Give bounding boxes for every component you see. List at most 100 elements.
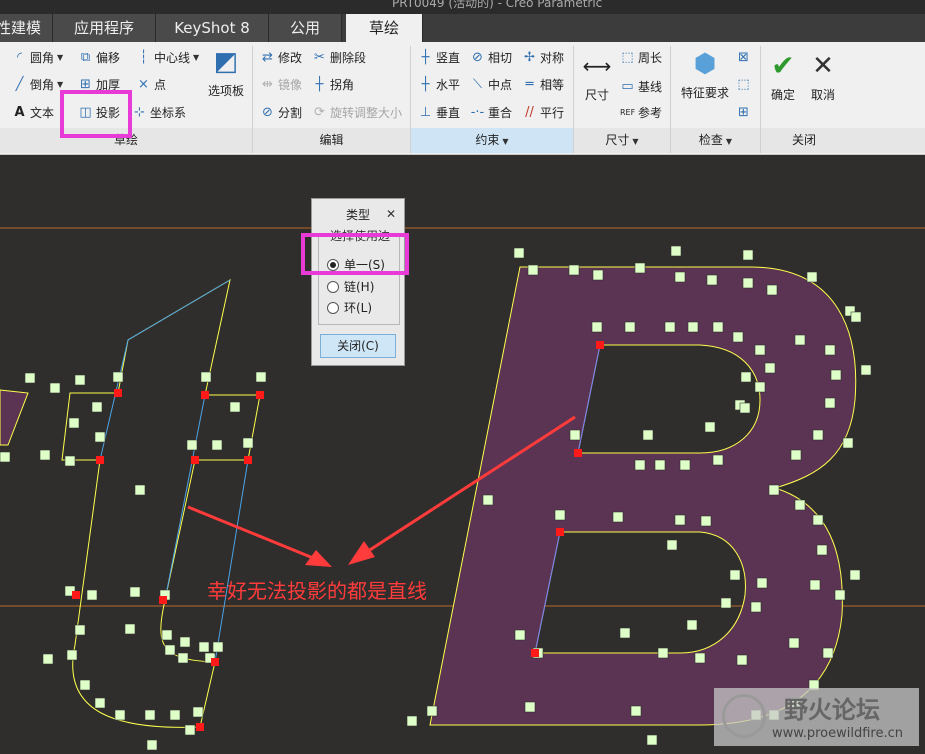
centerline-icon: ┆ <box>139 49 148 65</box>
modify-button[interactable]: ⇄ 修改 <box>260 46 302 68</box>
symmetric-icon: ✢ <box>524 49 535 65</box>
close-icon[interactable]: ✕ <box>386 207 396 221</box>
text-button[interactable]: A 文本 <box>12 101 54 123</box>
constraint-marker-icon <box>712 321 724 333</box>
midpoint-constraint-button[interactable]: ⟍ 中点 <box>470 73 512 95</box>
vertex-point-icon[interactable] <box>114 389 122 397</box>
equal-icon: ═ <box>525 76 534 92</box>
equal-constraint-button[interactable]: ═ 相等 <box>522 73 564 95</box>
sketch-letter-b[interactable] <box>429 266 857 726</box>
cancel-button[interactable]: ✕ 取消 <box>806 50 840 103</box>
inspect-tool-1-button[interactable]: ⊠ <box>736 46 754 68</box>
constraint-marker-icon <box>114 709 126 721</box>
baseline-button[interactable]: ▭ 基线 <box>620 75 662 97</box>
group-label-edit: 编辑 <box>253 128 411 153</box>
tangent-constraint-button[interactable]: ⊘ 相切 <box>470 46 512 68</box>
chevron-down-icon: ▼ <box>193 52 200 62</box>
chevron-down-icon: ▼ <box>502 137 509 146</box>
constraint-marker-icon <box>527 264 539 276</box>
constraint-marker-icon <box>144 709 156 721</box>
tab-keyshot[interactable]: KeyShot 8 <box>156 14 269 42</box>
feature-requirements-button[interactable]: ⬢ 特征要求 <box>678 48 732 101</box>
horizontal-constraint-button[interactable]: ┼ 水平 <box>418 73 460 95</box>
sketch-canvas[interactable]: 幸好无法投影的都是直线 <box>0 155 925 754</box>
constraint-marker-icon <box>612 511 624 523</box>
group-label-constrain[interactable]: 约束 ▼ <box>411 128 574 153</box>
vertical-constraint-button[interactable]: ┼ 竖直 <box>418 46 460 68</box>
perimeter-button[interactable]: ⬚ 周长 <box>620 46 662 68</box>
constraint-marker-icon <box>514 629 526 641</box>
coincident-icon: -·- <box>470 104 485 120</box>
group-label-inspect[interactable]: 检查 ▼ <box>671 128 761 153</box>
delete-segment-button[interactable]: ✂ 删除段 <box>312 46 366 68</box>
vertex-point-icon[interactable] <box>244 456 252 464</box>
offset-button[interactable]: ⧉ 偏移 <box>78 46 120 68</box>
constraint-marker-icon <box>666 539 678 551</box>
vertex-point-icon[interactable] <box>96 456 104 464</box>
constraint-marker-icon <box>794 334 806 346</box>
corner-button[interactable]: ┼ 拐角 <box>312 73 354 95</box>
centerline-button[interactable]: ┆ 中心线 ▼ <box>136 46 200 68</box>
type-dialog: 类型 ✕ 选择使用边 单一(S) 链(H) 环(L) 关闭(C) <box>311 198 405 366</box>
vertex-point-icon[interactable] <box>256 391 264 399</box>
constraint-marker-icon <box>768 484 780 496</box>
dimension-button[interactable]: ⟷ 尺寸 <box>580 50 614 103</box>
text-icon: A <box>14 104 25 120</box>
group-label-dimension[interactable]: 尺寸 ▼ <box>574 128 671 153</box>
coordinate-system-button[interactable]: ⊹ 坐标系 <box>132 101 186 123</box>
constraint-marker-icon <box>24 372 36 384</box>
fillet-button[interactable]: ◜ 圆角 ▼ <box>12 46 63 68</box>
vertex-point-icon[interactable] <box>201 391 209 399</box>
constraint-marker-icon <box>200 371 212 383</box>
rotate-resize-icon: ⟳ <box>314 104 325 120</box>
tab-sketch[interactable]: 草绘 <box>346 14 423 42</box>
constraint-marker-icon <box>554 509 566 521</box>
sketch-letter-g[interactable] <box>61 278 261 728</box>
radio-loop[interactable]: 环(L) <box>327 299 372 316</box>
constraint-marker-icon <box>764 362 776 374</box>
vertex-point-icon[interactable] <box>159 596 167 604</box>
coincident-constraint-button[interactable]: -·- 重合 <box>470 101 512 123</box>
checkmark-icon: ✔ <box>771 49 795 82</box>
chevron-down-icon: ▼ <box>632 137 639 146</box>
palette-button[interactable]: ◩ 选项板 <box>206 46 246 99</box>
vertex-point-icon[interactable] <box>596 341 604 349</box>
mirror-button[interactable]: ⇹ 镜像 <box>260 73 302 95</box>
reference-button[interactable]: REF 参考 <box>620 101 662 123</box>
constraint-marker-icon <box>39 449 51 461</box>
vertex-point-icon[interactable] <box>574 449 582 457</box>
ok-button[interactable]: ✔ 确定 <box>766 50 800 103</box>
constraint-marker-icon <box>754 381 766 393</box>
radio-chain[interactable]: 链(H) <box>327 278 374 295</box>
vertex-point-icon[interactable] <box>556 528 564 536</box>
constraint-marker-icon <box>794 499 806 511</box>
vertex-point-icon[interactable] <box>196 723 204 731</box>
constraint-marker-icon <box>670 245 682 257</box>
vertex-point-icon[interactable] <box>531 649 539 657</box>
vertex-point-icon[interactable] <box>191 456 199 464</box>
constraint-marker-icon <box>849 569 861 581</box>
constraint-marker-icon <box>169 709 181 721</box>
divide-button[interactable]: ⊘ 分割 <box>260 101 302 123</box>
parallel-icon: // <box>525 104 534 120</box>
inspect-tool-2-button[interactable]: ⬚ <box>736 73 754 95</box>
constraint-marker-icon <box>524 701 536 713</box>
group-label-empty <box>847 128 925 153</box>
tab-flexible-modeling[interactable]: 柔性建模 <box>0 14 53 42</box>
tab-applications[interactable]: 应用程序 <box>53 14 156 42</box>
constraint-marker-icon <box>824 344 836 356</box>
dialog-close-button[interactable]: 关闭(C) <box>320 334 396 358</box>
symmetric-constraint-button[interactable]: ✢ 对称 <box>522 46 564 68</box>
chamfer-button[interactable]: ╱ 倒角 ▼ <box>12 73 64 95</box>
vertex-point-icon[interactable] <box>72 591 80 599</box>
constraint-marker-icon <box>664 321 676 333</box>
horizontal-icon: ┼ <box>421 76 430 92</box>
point-button[interactable]: × 点 <box>136 73 166 95</box>
tab-tools[interactable]: 公用 <box>269 14 342 42</box>
rotate-resize-button[interactable]: ⟳ 旋转调整大小 <box>312 101 402 123</box>
inspect-tool-3-button[interactable]: ⊞ <box>736 101 754 123</box>
parallel-constraint-button[interactable]: //平行 <box>522 101 564 123</box>
constraint-marker-icon <box>812 514 824 526</box>
perpendicular-constraint-button[interactable]: ⊥ 垂直 <box>418 101 460 123</box>
vertex-point-icon[interactable] <box>211 658 219 666</box>
